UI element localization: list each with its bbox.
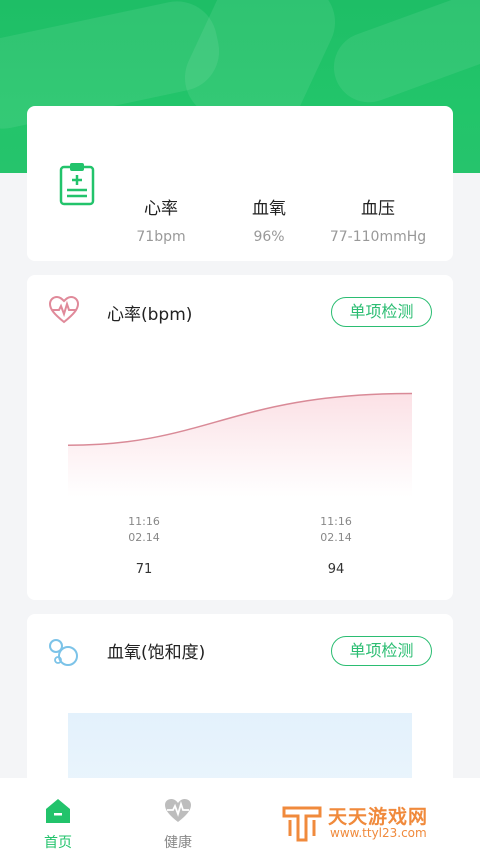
hero-decoration <box>324 0 480 113</box>
data-label: 94 <box>327 562 345 577</box>
watermark-name: 天天游戏网 <box>328 806 429 828</box>
metric-name: 血压 <box>361 199 395 219</box>
x-tick-label: 11:16 02.14 <box>306 514 366 546</box>
nav-item-health[interactable]: 健康 <box>138 778 218 853</box>
tick-date: 02.14 <box>320 531 352 544</box>
watermark-logo-icon <box>282 806 322 842</box>
nav-label: 健康 <box>164 835 192 851</box>
tick-date: 02.14 <box>128 531 160 544</box>
nav-label: 首页 <box>44 835 72 851</box>
heart-rate-card: 心率(bpm) 单项检测 11:16 02.14 11:16 02.14 71 … <box>27 275 453 600</box>
heart-rate-area <box>68 393 412 497</box>
watermark: 天天游戏网 www.ttyl23.com <box>280 800 470 844</box>
home-icon <box>44 798 72 828</box>
tick-time: 11:16 <box>320 515 352 528</box>
heart-pulse-icon <box>164 798 192 828</box>
x-tick-label: 11:16 02.14 <box>114 514 174 546</box>
data-label: 71 <box>135 562 153 577</box>
metric-blood-pressure: 血压 77-110mmHg <box>313 194 443 245</box>
watermark-url: www.ttyl23.com <box>330 826 427 840</box>
tick-time: 11:16 <box>128 515 160 528</box>
summary-card[interactable]: 心率 71bpm 血氧 96% 血压 77-110mmHg <box>27 106 453 261</box>
oxygen-title: 血氧(饱和度) <box>107 643 206 663</box>
nav-item-home[interactable]: 首页 <box>18 778 98 853</box>
bubbles-icon <box>46 634 80 672</box>
clipboard-icon <box>59 162 95 210</box>
metric-value: 77-110mmHg <box>329 229 427 245</box>
heart-rate-chart <box>67 392 413 497</box>
oxygen-test-button[interactable]: 单项检测 <box>331 636 432 666</box>
